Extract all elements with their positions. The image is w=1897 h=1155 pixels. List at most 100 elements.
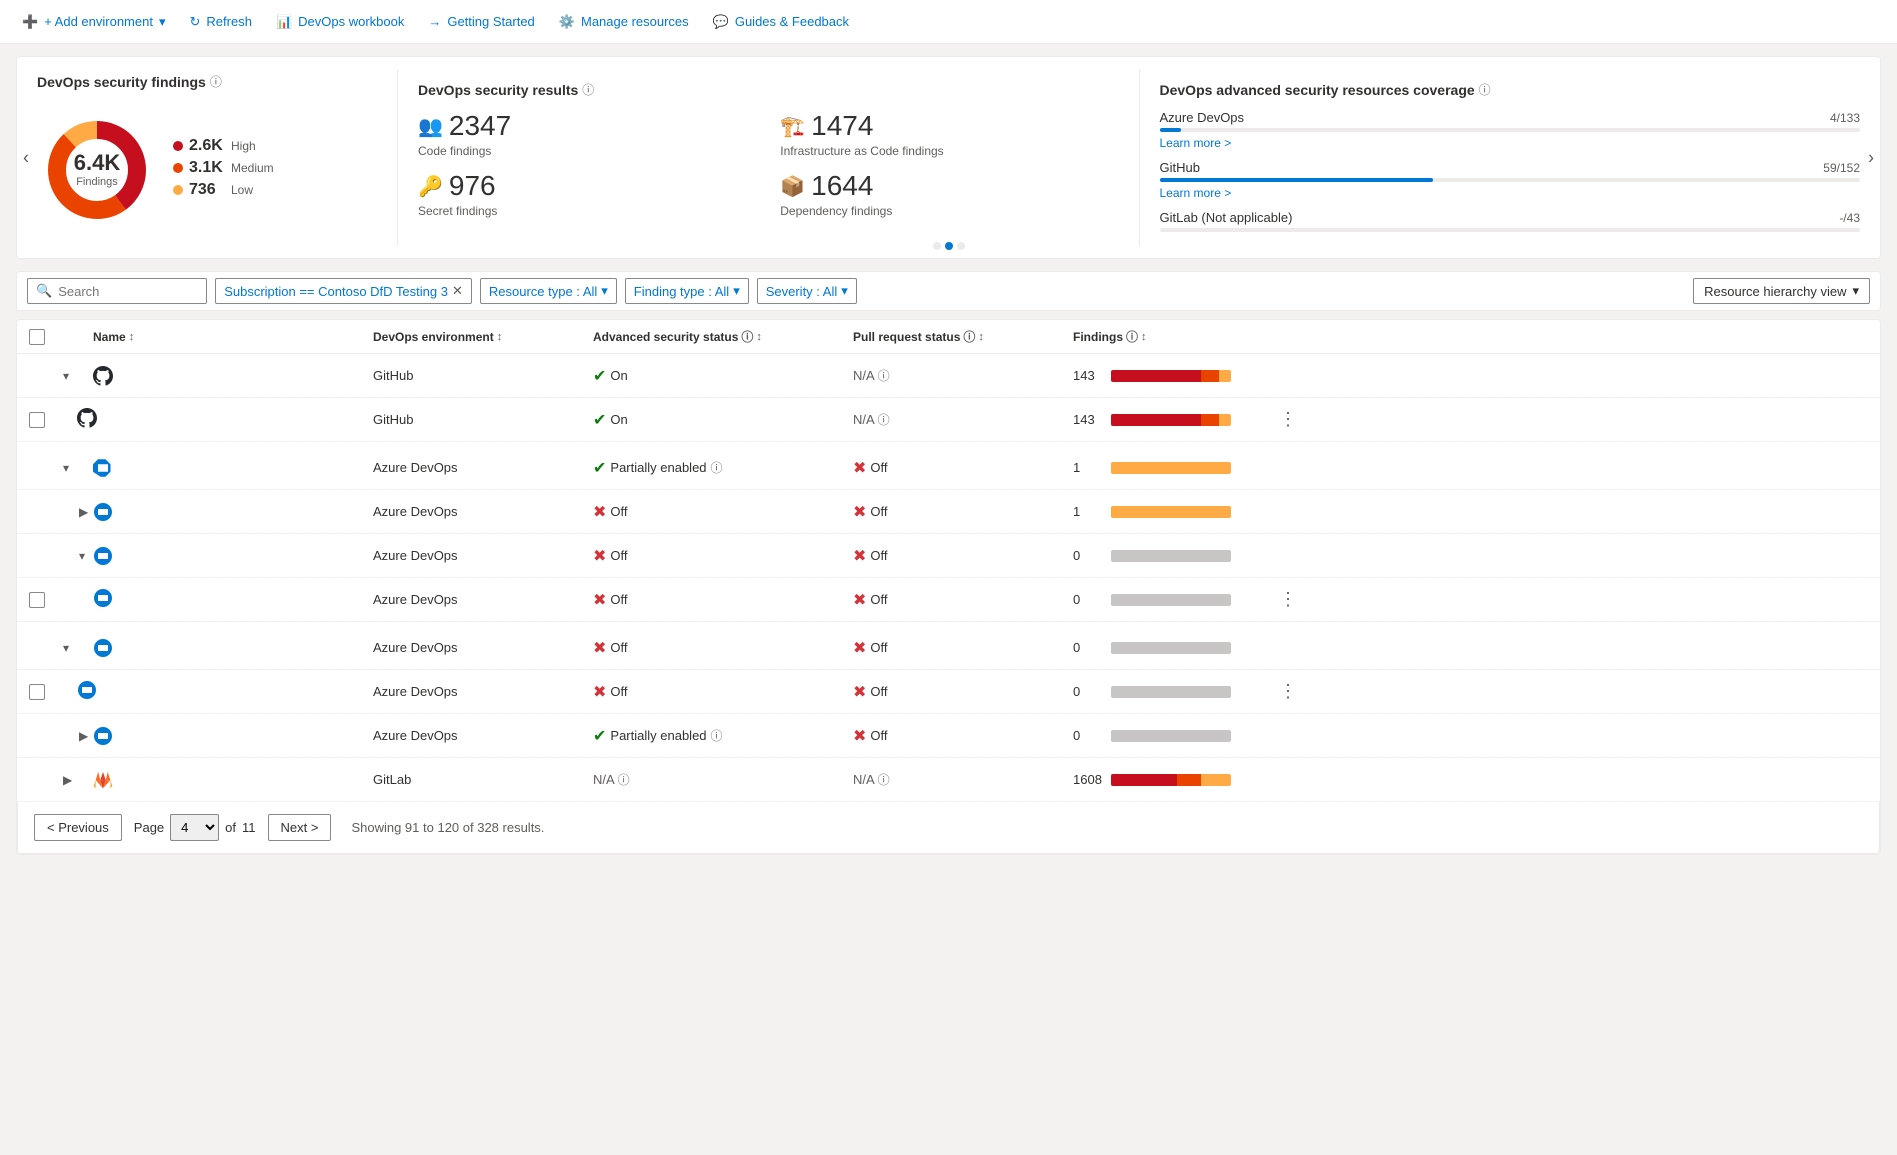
expand-button[interactable]: ▶ [77, 727, 90, 745]
azure-devops-progress [1160, 128, 1861, 132]
row-findings: 0 [1073, 684, 1273, 699]
coverage-azure-devops: Azure DevOps 4/133 Learn more > [1160, 110, 1861, 150]
guides-button[interactable]: 💬 Guides & Feedback [703, 8, 859, 36]
expand-button[interactable]: ▶ [77, 503, 90, 521]
header-pr-status[interactable]: Pull request status ⓘ ↕ [853, 328, 1073, 345]
chat-icon: 💬 [713, 14, 729, 30]
next-button[interactable]: Next > [268, 814, 332, 841]
subscription-label: Subscription == Contoso DfD Testing 3 [224, 284, 448, 299]
row-findings: 1 [1073, 460, 1273, 475]
table-row: GitHub ✔ On N/A ⓘ 143 ⋮ [17, 398, 1880, 442]
legend-medium: 3.1K Medium [173, 159, 274, 177]
row-checkbox[interactable] [29, 684, 45, 700]
search-input[interactable] [58, 284, 198, 299]
carousel-next-button[interactable]: › [1860, 139, 1882, 176]
legend-low: 736 Low [173, 181, 274, 199]
coverage-info-icon[interactable]: ⓘ [1479, 81, 1491, 98]
row-env: Azure DevOps [373, 592, 593, 607]
row-adv-status: ✔ On [593, 410, 853, 430]
row-name-cell [93, 726, 373, 746]
refresh-icon: ↻ [190, 14, 201, 30]
azure-devops-learn-more[interactable]: Learn more > [1160, 136, 1232, 150]
row-findings: 0 [1073, 548, 1273, 563]
adv-info-icon[interactable]: ⓘ [741, 328, 753, 345]
row-adv-status: ✖ Off [593, 590, 853, 610]
expand-button[interactable]: ▾ [61, 367, 71, 385]
low-dot [173, 185, 183, 195]
getting-started-button[interactable]: → Getting Started [418, 8, 544, 35]
more-button[interactable]: ⋮ [1273, 681, 1303, 702]
add-environment-button[interactable]: ➕ + Add environment ▾ [12, 8, 176, 36]
table-row: ▾ GitHub ✔ On N/A ⓘ 143 [17, 354, 1880, 398]
row-adv-status: ✖ Off [593, 502, 853, 522]
azure-devops-icon [93, 588, 113, 608]
table-row: ▾ Azure DevOps ✔ Partially enabled ⓘ ✖ O… [17, 446, 1880, 490]
donut-card: DevOps security findings ⓘ 6.4K Findings [17, 57, 397, 258]
chevron-down-icon-2: ▾ [733, 283, 740, 299]
header-name[interactable]: Name ↕ [93, 330, 373, 344]
expand-button[interactable]: ▾ [77, 547, 87, 565]
manage-resources-button[interactable]: ⚙️ Manage resources [549, 8, 699, 36]
workbook-icon: 📊 [276, 14, 292, 30]
main-content: ‹ DevOps security findings ⓘ 6.4K [0, 44, 1897, 867]
of-label: of [225, 820, 236, 835]
coverage-gitlab: GitLab (Not applicable) -/43 [1160, 210, 1861, 232]
carousel-prev-button[interactable]: ‹ [15, 139, 37, 176]
severity-filter[interactable]: Severity : All ▾ [757, 278, 857, 304]
expand-button[interactable]: ▾ [61, 639, 71, 657]
iac-findings: 🏗️ 1474 Infrastructure as Code findings [780, 110, 1118, 158]
expand-button[interactable]: ▶ [61, 771, 74, 789]
subscription-filter[interactable]: Subscription == Contoso DfD Testing 3 ✕ [215, 278, 472, 304]
select-all-checkbox[interactable] [29, 329, 45, 345]
previous-button[interactable]: < Previous [34, 814, 122, 841]
header-findings[interactable]: Findings ⓘ ↕ [1073, 328, 1273, 345]
gitlab-name: GitLab (Not applicable) [1160, 210, 1293, 225]
close-icon: ✕ [452, 283, 463, 299]
azure-devops-count: 4/133 [1830, 111, 1860, 125]
row-pr-status: N/A ⓘ [853, 411, 1073, 428]
resource-hierarchy-view-button[interactable]: Resource hierarchy view ▾ [1693, 278, 1870, 304]
row-pr-status: ✖ Off [853, 546, 1073, 566]
azure-devops-icon [93, 638, 113, 658]
findings-bar [1111, 506, 1231, 518]
row-adv-status: ✖ Off [593, 638, 853, 658]
row-env: Azure DevOps [373, 504, 593, 519]
dependency-label: Dependency findings [780, 204, 1118, 218]
row-adv-status: ✔ Partially enabled ⓘ [593, 458, 853, 478]
row-pr-status: ✖ Off [853, 638, 1073, 658]
row-env: GitHub [373, 412, 593, 427]
more-button[interactable]: ⋮ [1273, 409, 1303, 430]
findings-bar [1111, 730, 1231, 742]
row-checkbox[interactable] [29, 412, 45, 428]
search-box: 🔍 [27, 278, 207, 304]
devops-workbook-button[interactable]: 📊 DevOps workbook [266, 8, 414, 36]
resource-type-filter[interactable]: Resource type : All ▾ [480, 278, 617, 304]
github-learn-more[interactable]: Learn more > [1160, 186, 1232, 200]
row-checkbox[interactable] [29, 592, 45, 608]
row-pr-status: ✖ Off [853, 590, 1073, 610]
table-row: ▾ Azure DevOps ✖ Off ✖ Off 0 [17, 626, 1880, 670]
results-info-icon[interactable]: ⓘ [582, 81, 594, 98]
donut-info-icon[interactable]: ⓘ [210, 73, 222, 90]
view-label: Resource hierarchy view [1704, 284, 1846, 299]
pr-info-icon[interactable]: ⓘ [963, 328, 975, 345]
findings-info-icon[interactable]: ⓘ [1126, 328, 1138, 345]
findings-bar [1111, 774, 1231, 786]
iac-label: Infrastructure as Code findings [780, 144, 1118, 158]
table-row: ▶ Azure DevOps ✔ Partially enabled ⓘ ✖ O… [17, 714, 1880, 758]
page-info: Page 4 123 567 891011 of 11 [134, 814, 256, 841]
filter-bar: 🔍 Subscription == Contoso DfD Testing 3 … [16, 271, 1881, 311]
header-devops-env[interactable]: DevOps environment ↕ [373, 330, 593, 344]
row-pr-status: ✖ Off [853, 502, 1073, 522]
code-value: 2347 [449, 110, 511, 142]
donut-total: 6.4K [74, 150, 120, 176]
donut-title: DevOps security findings [37, 74, 206, 90]
finding-type-filter[interactable]: Finding type : All ▾ [625, 278, 749, 304]
header-adv-security[interactable]: Advanced security status ⓘ ↕ [593, 328, 853, 345]
refresh-button[interactable]: ↻ Refresh [180, 8, 262, 36]
expand-button[interactable]: ▾ [61, 459, 71, 477]
page-label: Page [134, 820, 164, 835]
page-select[interactable]: 4 123 567 891011 [170, 814, 219, 841]
results-title: DevOps security results [418, 82, 578, 98]
more-button[interactable]: ⋮ [1273, 589, 1303, 610]
